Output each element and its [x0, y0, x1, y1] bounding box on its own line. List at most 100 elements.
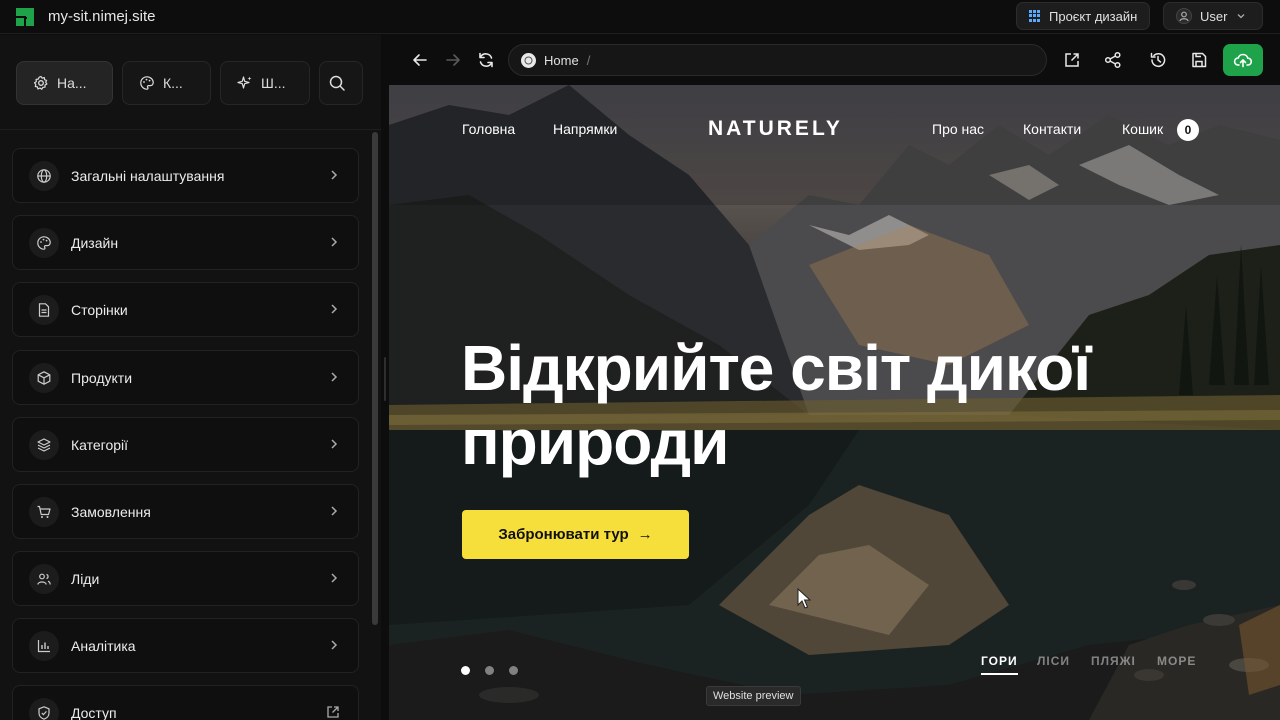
forward-arrow-icon[interactable] [443, 50, 463, 70]
slider-dot-3[interactable] [509, 666, 518, 675]
sidebar-tabs: На... К... Ш... [0, 35, 381, 130]
tab-ai[interactable]: Ш... [220, 61, 310, 105]
sparkle-icon [237, 76, 252, 89]
document-icon [29, 294, 59, 325]
user-avatar-icon [1176, 8, 1192, 24]
open-in-new-tab-icon[interactable] [1062, 50, 1082, 70]
sidebar-search-button[interactable] [319, 61, 363, 105]
arrow-right-icon: → [637, 526, 653, 543]
sidebar-item-design[interactable]: Дизайн [12, 215, 359, 270]
external-link-icon [327, 706, 339, 718]
publish-button[interactable] [1223, 44, 1263, 76]
resize-grip[interactable] [384, 357, 386, 401]
scrollbar-thumb[interactable] [372, 132, 378, 625]
category-tab-beaches[interactable]: ПЛЯЖІ [1091, 654, 1136, 668]
chevron-right-icon [331, 573, 338, 583]
sidebar-item-analytics[interactable]: Аналітика [12, 618, 359, 673]
title-bar: my-sit.nimej.site Проєкт дизайн User [0, 0, 1280, 34]
book-tour-button[interactable]: Забронювати тур → [462, 510, 689, 559]
sidebar-item-categories[interactable]: Категорії [12, 417, 359, 472]
sidebar-item-products[interactable]: Продукти [12, 350, 359, 405]
website-preview[interactable]: Головна Напрямки NATURELY Про нас Контак… [389, 85, 1280, 720]
slider-dot-2[interactable] [485, 666, 494, 675]
project-design-button[interactable]: Проєкт дизайн [1016, 2, 1150, 30]
chevron-right-icon [331, 237, 338, 247]
box-icon [29, 362, 59, 393]
search-icon [329, 75, 345, 91]
mouse-cursor-icon [797, 588, 811, 609]
site-url: my-sit.nimej.site [48, 8, 156, 25]
sidebar-item-label: Доступ [71, 704, 117, 720]
site-nav-contacts[interactable]: Контакти [1023, 121, 1081, 137]
globe-icon [29, 160, 59, 191]
gear-icon [33, 75, 48, 90]
user-menu-button[interactable]: User [1163, 2, 1263, 30]
tab-ai-label: Ш... [261, 75, 286, 91]
chevron-right-icon [331, 170, 338, 180]
reload-icon[interactable] [476, 50, 496, 70]
chart-icon [29, 630, 59, 661]
back-arrow-icon[interactable] [410, 50, 430, 70]
slider-dots [461, 666, 518, 675]
chevron-right-icon [331, 372, 338, 382]
chevron-right-icon [331, 506, 338, 516]
sidebar-item-access[interactable]: Доступ [12, 685, 359, 720]
sidebar-item-label: Дизайн [71, 234, 119, 251]
app-logo-icon[interactable] [14, 6, 36, 28]
chevron-right-icon [331, 640, 338, 650]
page-favicon-icon [521, 52, 536, 68]
preview-toolbar: Home / [389, 35, 1280, 85]
sidebar-item-label: Замовлення [71, 503, 151, 520]
grid-icon [1029, 9, 1042, 23]
sidebar-item-label: Продукти [71, 369, 133, 386]
slider-dot-1[interactable] [461, 666, 470, 675]
cart-icon [29, 496, 59, 527]
chevron-down-icon [1237, 14, 1245, 19]
sidebar-item-label: Категорії [71, 436, 129, 453]
site-nav-directions[interactable]: Напрямки [553, 121, 617, 137]
sidebar-item-label: Сторінки [71, 301, 128, 318]
save-icon[interactable] [1189, 50, 1209, 70]
sidebar-item-label: Аналітика [71, 637, 136, 654]
users-icon [29, 563, 59, 594]
panel-resize-handle[interactable] [381, 35, 389, 720]
tab-colors[interactable]: К... [122, 61, 211, 105]
palette-icon [29, 227, 59, 258]
history-icon[interactable] [1148, 50, 1168, 70]
cloud-upload-icon [1233, 53, 1253, 68]
sidebar-item-leads[interactable]: Ліди [12, 551, 359, 606]
address-bar[interactable]: Home / [508, 44, 1047, 76]
tab-settings-label: На... [57, 75, 87, 91]
sidebar-item-orders[interactable]: Замовлення [12, 484, 359, 539]
tab-settings[interactable]: На... [16, 61, 113, 105]
site-nav-about[interactable]: Про нас [932, 121, 984, 137]
book-tour-label: Забронювати тур [498, 526, 629, 543]
hero-title: Відкрийте світ дикої природи [461, 331, 1181, 479]
chevron-right-icon [331, 439, 338, 449]
category-tab-sea[interactable]: МОРЕ [1157, 654, 1196, 668]
share-icon[interactable] [1103, 50, 1123, 70]
site-brand-logo[interactable]: NATURELY [708, 117, 843, 141]
user-label: User [1200, 8, 1228, 24]
palette-icon [140, 76, 154, 90]
project-design-label: Проєкт дизайн [1049, 8, 1138, 24]
sidebar-item-label: Ліди [71, 570, 100, 587]
address-page-name: Home [544, 52, 579, 68]
settings-sidebar: На... К... Ш... Загальні налаштування Ди… [0, 35, 381, 720]
sidebar-item-general-settings[interactable]: Загальні налаштування [12, 148, 359, 203]
cart-count-badge[interactable]: 0 [1177, 119, 1199, 141]
sidebar-item-pages[interactable]: Сторінки [12, 282, 359, 337]
shield-icon [29, 697, 59, 720]
address-separator: / [586, 52, 591, 68]
site-nav-cart[interactable]: Кошик [1122, 121, 1163, 137]
sidebar-scrollbar[interactable] [371, 132, 379, 720]
layers-icon [29, 429, 59, 460]
preview-tooltip: Website preview [706, 686, 801, 706]
site-nav-home[interactable]: Головна [462, 121, 515, 137]
category-tab-mountains[interactable]: ГОРИ [981, 654, 1018, 675]
tab-colors-label: К... [163, 75, 183, 91]
hero-title-line-2: природи [461, 406, 729, 478]
chevron-right-icon [331, 304, 338, 314]
hero-title-line-1: Відкрийте світ дикої [461, 332, 1091, 404]
category-tab-forests[interactable]: ЛІСИ [1037, 654, 1070, 668]
